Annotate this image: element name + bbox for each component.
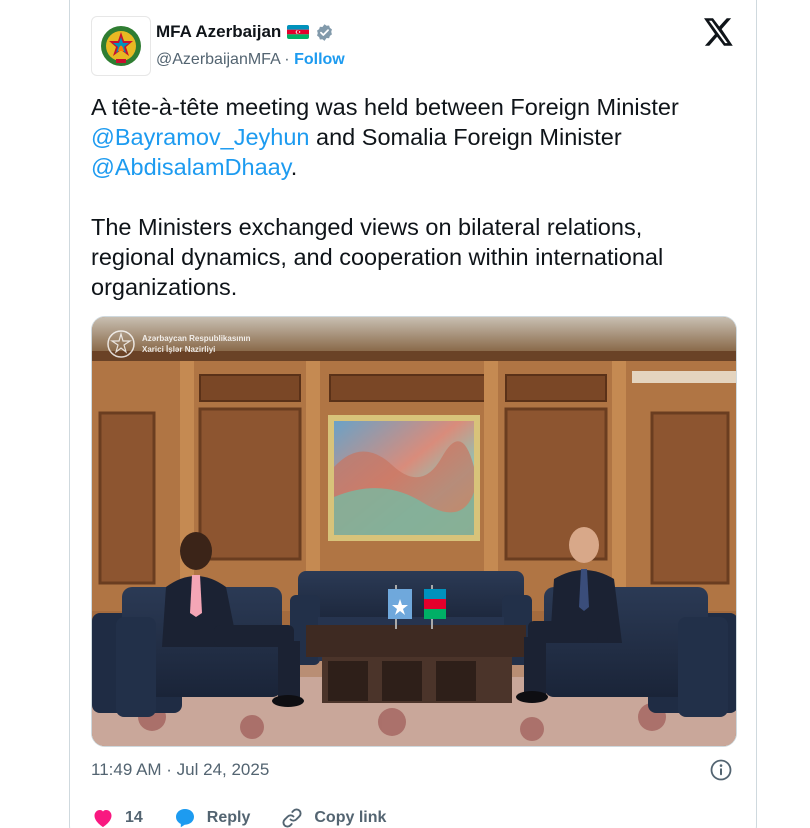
- tweet-text: A tête-à-tête meeting was held between F…: [91, 92, 731, 302]
- azerbaijan-flag-icon: [287, 25, 310, 39]
- reply-button[interactable]: Reply: [173, 806, 251, 828]
- tweet-photo[interactable]: Azərbaycan Respublikasının Xarici İşlər …: [91, 316, 737, 747]
- photo-watermark: Azərbaycan Respublikasının Xarici İşlər …: [106, 329, 250, 359]
- tweet-actions: 14 Reply Copy link: [91, 806, 416, 828]
- x-logo-icon[interactable]: [704, 18, 734, 46]
- copy-link-label: Copy link: [314, 809, 387, 826]
- display-name[interactable]: MFA Azerbaijan: [156, 22, 281, 42]
- tweet-paragraph-1: A tête-à-tête meeting was held between F…: [91, 92, 731, 182]
- tweet-text-segment: .: [290, 154, 298, 180]
- watermark-line-2: Xarici İşlər Nazirliyi: [142, 345, 216, 354]
- reply-icon: [175, 809, 194, 828]
- account-handle[interactable]: @AzerbaijanMFA: [156, 51, 280, 68]
- info-icon[interactable]: [709, 758, 733, 782]
- like-count: 14: [125, 809, 143, 826]
- name-row: MFA Azerbaijan: [156, 22, 334, 42]
- mention-link-abdisalam[interactable]: @AbdisalamDhaay: [91, 154, 291, 180]
- watermark-emblem-icon: [107, 330, 135, 358]
- tweet-card: MFA Azerbaijan @AzerbaijanMFA · Follow A…: [69, 0, 757, 828]
- emblem-icon: [101, 26, 141, 66]
- verified-badge-icon[interactable]: [315, 23, 334, 42]
- copy-link-button[interactable]: Copy link: [280, 806, 386, 828]
- tweet-text-segment: and Somalia Foreign Minister: [309, 124, 622, 150]
- heart-icon: [94, 810, 112, 827]
- handle-separator: ·: [279, 51, 295, 68]
- handle-row: @AzerbaijanMFA · Follow: [156, 51, 345, 69]
- watermark-line-1: Azərbaycan Respublikasının: [142, 334, 251, 343]
- like-button[interactable]: 14: [91, 806, 143, 828]
- tweet-paragraph-2: The Ministers exchanged views on bilater…: [91, 214, 664, 300]
- link-icon: [282, 808, 302, 828]
- reply-label: Reply: [206, 809, 251, 826]
- follow-button[interactable]: Follow: [294, 51, 345, 68]
- tweet-timestamp[interactable]: 11:49 AM · Jul 24, 2025: [91, 760, 269, 780]
- account-avatar[interactable]: [91, 16, 151, 76]
- mention-link-bayramov[interactable]: @Bayramov_Jeyhun: [91, 124, 310, 150]
- tweet-text-segment: A tête-à-tête meeting was held between F…: [91, 94, 679, 120]
